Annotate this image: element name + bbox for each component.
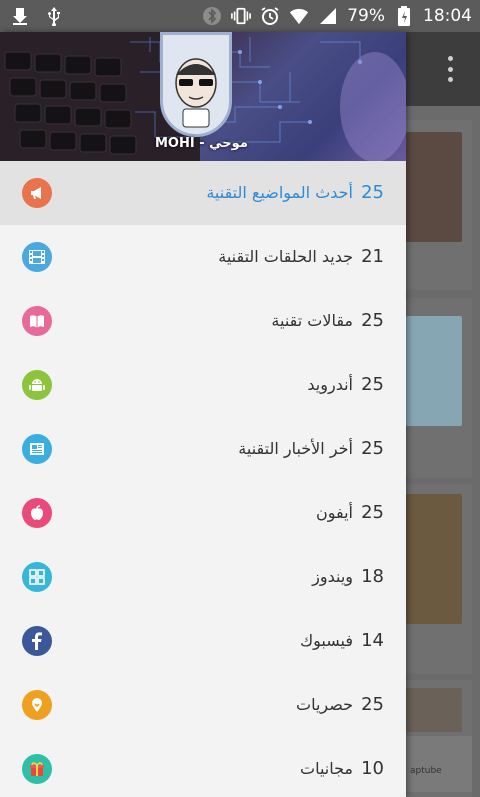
android-icon	[22, 370, 52, 400]
menu-item-count: 18	[361, 566, 384, 587]
menu-item-iphone[interactable]: 25 أيفون	[0, 481, 406, 545]
wifi-icon	[289, 6, 309, 26]
background-card[interactable]	[406, 298, 472, 478]
menu-item-count: 25	[361, 502, 384, 523]
battery-percent: 79%	[347, 6, 385, 26]
avatar	[160, 32, 232, 137]
overflow-menu-icon[interactable]	[446, 56, 454, 82]
menu-item-label: مجانيات	[300, 759, 353, 778]
menu-item-freebies[interactable]: 10 مجانيات	[0, 737, 406, 797]
background-app: aptube	[406, 32, 480, 797]
newspaper-icon	[22, 434, 52, 464]
menu-item-label: أيفون	[315, 503, 353, 522]
download-done-icon	[10, 6, 30, 26]
battery-icon	[394, 6, 414, 26]
signal-icon	[318, 6, 338, 26]
alarm-icon	[260, 6, 280, 26]
menu-item-count: 21	[361, 246, 384, 267]
menu-item-label: فيسبوك	[299, 631, 353, 650]
menu-item-new-episodes[interactable]: 21 جديد الحلقات التقنية	[0, 225, 406, 289]
clock: 18:04	[423, 6, 472, 26]
facebook-icon	[22, 626, 52, 656]
menu-item-count: 25	[361, 694, 384, 715]
background-card[interactable]	[406, 120, 472, 290]
menu-item-android[interactable]: 25 أندرويد	[0, 353, 406, 417]
menu-item-label: مقالات تقنية	[271, 311, 353, 330]
menu-item-count: 10	[361, 758, 384, 779]
usb-icon	[44, 6, 64, 26]
menu-item-label: جديد الحلقات التقنية	[218, 247, 353, 266]
menu-item-latest-news[interactable]: 25 أخر الأخبار التقنية	[0, 417, 406, 481]
background-card[interactable]: aptube	[406, 680, 472, 797]
menu-item-tech-articles[interactable]: 25 مقالات تقنية	[0, 289, 406, 353]
vibrate-icon	[231, 6, 252, 26]
background-toolbar	[406, 32, 480, 106]
menu-item-exclusives[interactable]: 25 حصريات	[0, 673, 406, 737]
menu-item-count: 25	[361, 182, 384, 203]
drawer-header: MOHI - موحي	[0, 32, 406, 161]
background-card[interactable]	[406, 484, 472, 674]
menu-item-windows[interactable]: 18 ويندوز	[0, 545, 406, 609]
drawer-menu: 25 أحدث المواضيع التقنية 21 جديد الحلقات…	[0, 161, 406, 797]
navigation-drawer: MOHI - موحي 25 أحدث المواضيع التقنية 21 …	[0, 32, 406, 797]
background-card-label: aptube	[410, 766, 442, 776]
status-bar: 79% 18:04	[0, 0, 480, 32]
menu-item-label: أحدث المواضيع التقنية	[206, 183, 353, 202]
menu-item-label: أندرويد	[307, 375, 353, 394]
menu-item-facebook[interactable]: 14 فيسبوك	[0, 609, 406, 673]
header-name: MOHI - موحي	[155, 136, 248, 151]
exclusive-icon	[22, 690, 52, 720]
book-icon	[22, 306, 52, 336]
menu-item-label: ويندوز	[312, 567, 353, 586]
menu-item-latest-topics[interactable]: 25 أحدث المواضيع التقنية	[0, 161, 406, 225]
bluetooth-icon	[202, 6, 222, 26]
gift-icon	[22, 754, 52, 784]
menu-item-label: حصريات	[296, 695, 353, 714]
menu-item-count: 14	[361, 630, 384, 651]
megaphone-icon	[22, 178, 52, 208]
menu-item-count: 25	[361, 438, 384, 459]
menu-item-count: 25	[361, 374, 384, 395]
menu-item-count: 25	[361, 310, 384, 331]
menu-item-label: أخر الأخبار التقنية	[238, 439, 353, 458]
windows-icon	[22, 562, 52, 592]
film-icon	[22, 242, 52, 272]
apple-icon	[22, 498, 52, 528]
